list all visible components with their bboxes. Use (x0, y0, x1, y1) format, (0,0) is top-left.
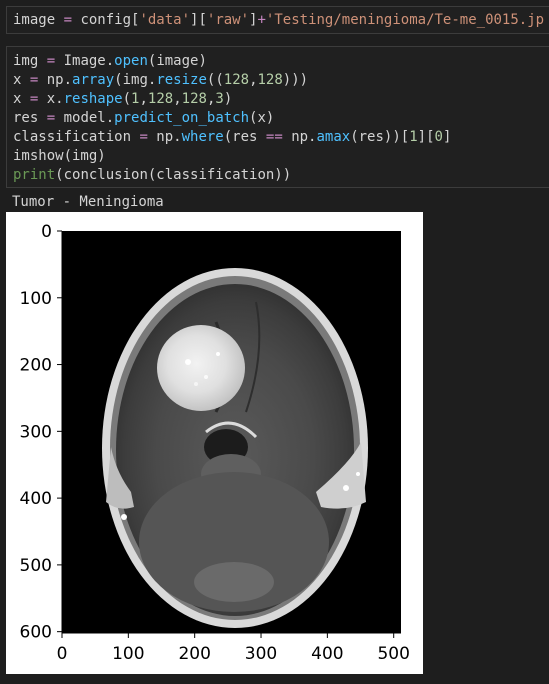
code-token: , (139, 91, 148, 107)
code-line: img = Image.open(image) (13, 53, 207, 69)
code-token: print (13, 167, 56, 183)
y-tick-label: 200 (20, 356, 52, 376)
code-line: x = np.array(img.resize((128,128))) (13, 72, 308, 88)
code-token: np. (282, 129, 317, 145)
plot-svg: 0 100 200 300 400 500 600 0 100 200 300 400 500 (20, 222, 410, 664)
x-tick-label: 400 (311, 644, 343, 664)
code-token: (image) (147, 53, 207, 69)
code-token: (res (223, 129, 266, 145)
code-token: ( (122, 91, 132, 107)
y-tick-label: 400 (20, 489, 52, 509)
code-token: 'data' (139, 12, 191, 28)
code-line: classification = np.where(res == np.amax… (13, 129, 451, 145)
code-editor[interactable]: image = config['data']['raw']+'Testing/m… (7, 7, 549, 30)
code-token: (img. (114, 72, 157, 88)
x-tick-label: 300 (245, 644, 277, 664)
code-token: x. (38, 91, 64, 107)
y-tick-label: 0 (41, 222, 52, 242)
code-token: ] (442, 129, 452, 145)
code-token: 0 (434, 129, 443, 145)
code-token: = (139, 129, 148, 145)
code-token: res (13, 110, 47, 126)
code-token: 1 (409, 129, 418, 145)
code-line: res = model.predict_on_batch(x) (13, 110, 274, 126)
code-token: amax (316, 129, 351, 145)
code-line: print(conclusion(classification)) (13, 167, 291, 183)
code-token: ][ (190, 12, 207, 28)
code-editor[interactable]: img = Image.open(image) x = np.array(img… (7, 47, 549, 185)
code-cell-2[interactable]: img = Image.open(image) x = np.array(img… (6, 46, 549, 188)
x-tick-label: 0 (57, 644, 68, 664)
ct-brain-image (102, 268, 368, 628)
cell-output-text: Tumor - Meningioma (12, 194, 164, 210)
code-token: ) (223, 91, 233, 107)
code-token: where (181, 129, 224, 145)
code-token: 128 (181, 91, 207, 107)
code-token: img (13, 53, 47, 69)
code-token: resize (156, 72, 207, 88)
code-token: open (114, 53, 148, 69)
code-cell-1[interactable]: image = config['data']['raw']+'Testing/m… (6, 6, 549, 34)
code-line: x = x.reshape(1,128,128,3) (13, 91, 232, 107)
y-tick-label: 100 (20, 289, 52, 309)
code-token: + (257, 12, 266, 28)
code-token: , (173, 91, 182, 107)
y-tick-label: 500 (20, 556, 52, 576)
code-token: (x) (249, 110, 275, 126)
imshow-plot: 0 100 200 300 400 500 600 0 100 200 300 400 500 (6, 212, 423, 674)
code-token: 'raw' (206, 12, 250, 28)
code-token: model. (55, 110, 115, 126)
code-token: 128 (223, 72, 250, 88)
code-token: Image. (55, 53, 115, 69)
code-token: 128 (257, 72, 283, 88)
code-token: = (63, 12, 73, 28)
code-token: (res))[ (350, 129, 410, 145)
code-token: 'Testing/meningioma/Te-me_0015.jp (265, 12, 545, 28)
code-token: classification (13, 129, 140, 145)
code-token: reshape (63, 91, 123, 107)
code-token: np. (147, 129, 182, 145)
code-token: (( (206, 72, 224, 88)
code-token: = (46, 110, 56, 126)
x-tick-label: 200 (178, 644, 210, 664)
code-token: ][ (417, 129, 435, 145)
tumor-region (157, 325, 245, 411)
code-token: config[ (72, 12, 140, 28)
x-tick-label: 500 (377, 644, 409, 664)
code-token: (conclusion(classification)) (55, 167, 292, 183)
code-token: == (265, 129, 283, 145)
code-token: , (249, 72, 258, 88)
code-token: array (72, 72, 115, 88)
code-token: x (13, 91, 30, 107)
code-token: imshow(img) (13, 148, 106, 164)
code-token: 3 (215, 91, 224, 107)
code-token: 128 (147, 91, 174, 107)
code-line: imshow(img) (13, 148, 106, 164)
code-token: predict_on_batch (114, 110, 250, 126)
code-token: = (46, 53, 56, 69)
code-token: ))) (282, 72, 309, 88)
code-token: image (13, 12, 64, 28)
x-tick-label: 100 (112, 644, 144, 664)
code-token: x (13, 72, 30, 88)
y-tick-label: 300 (20, 422, 52, 442)
y-tick-label: 600 (20, 623, 52, 643)
code-token: np. (38, 72, 73, 88)
